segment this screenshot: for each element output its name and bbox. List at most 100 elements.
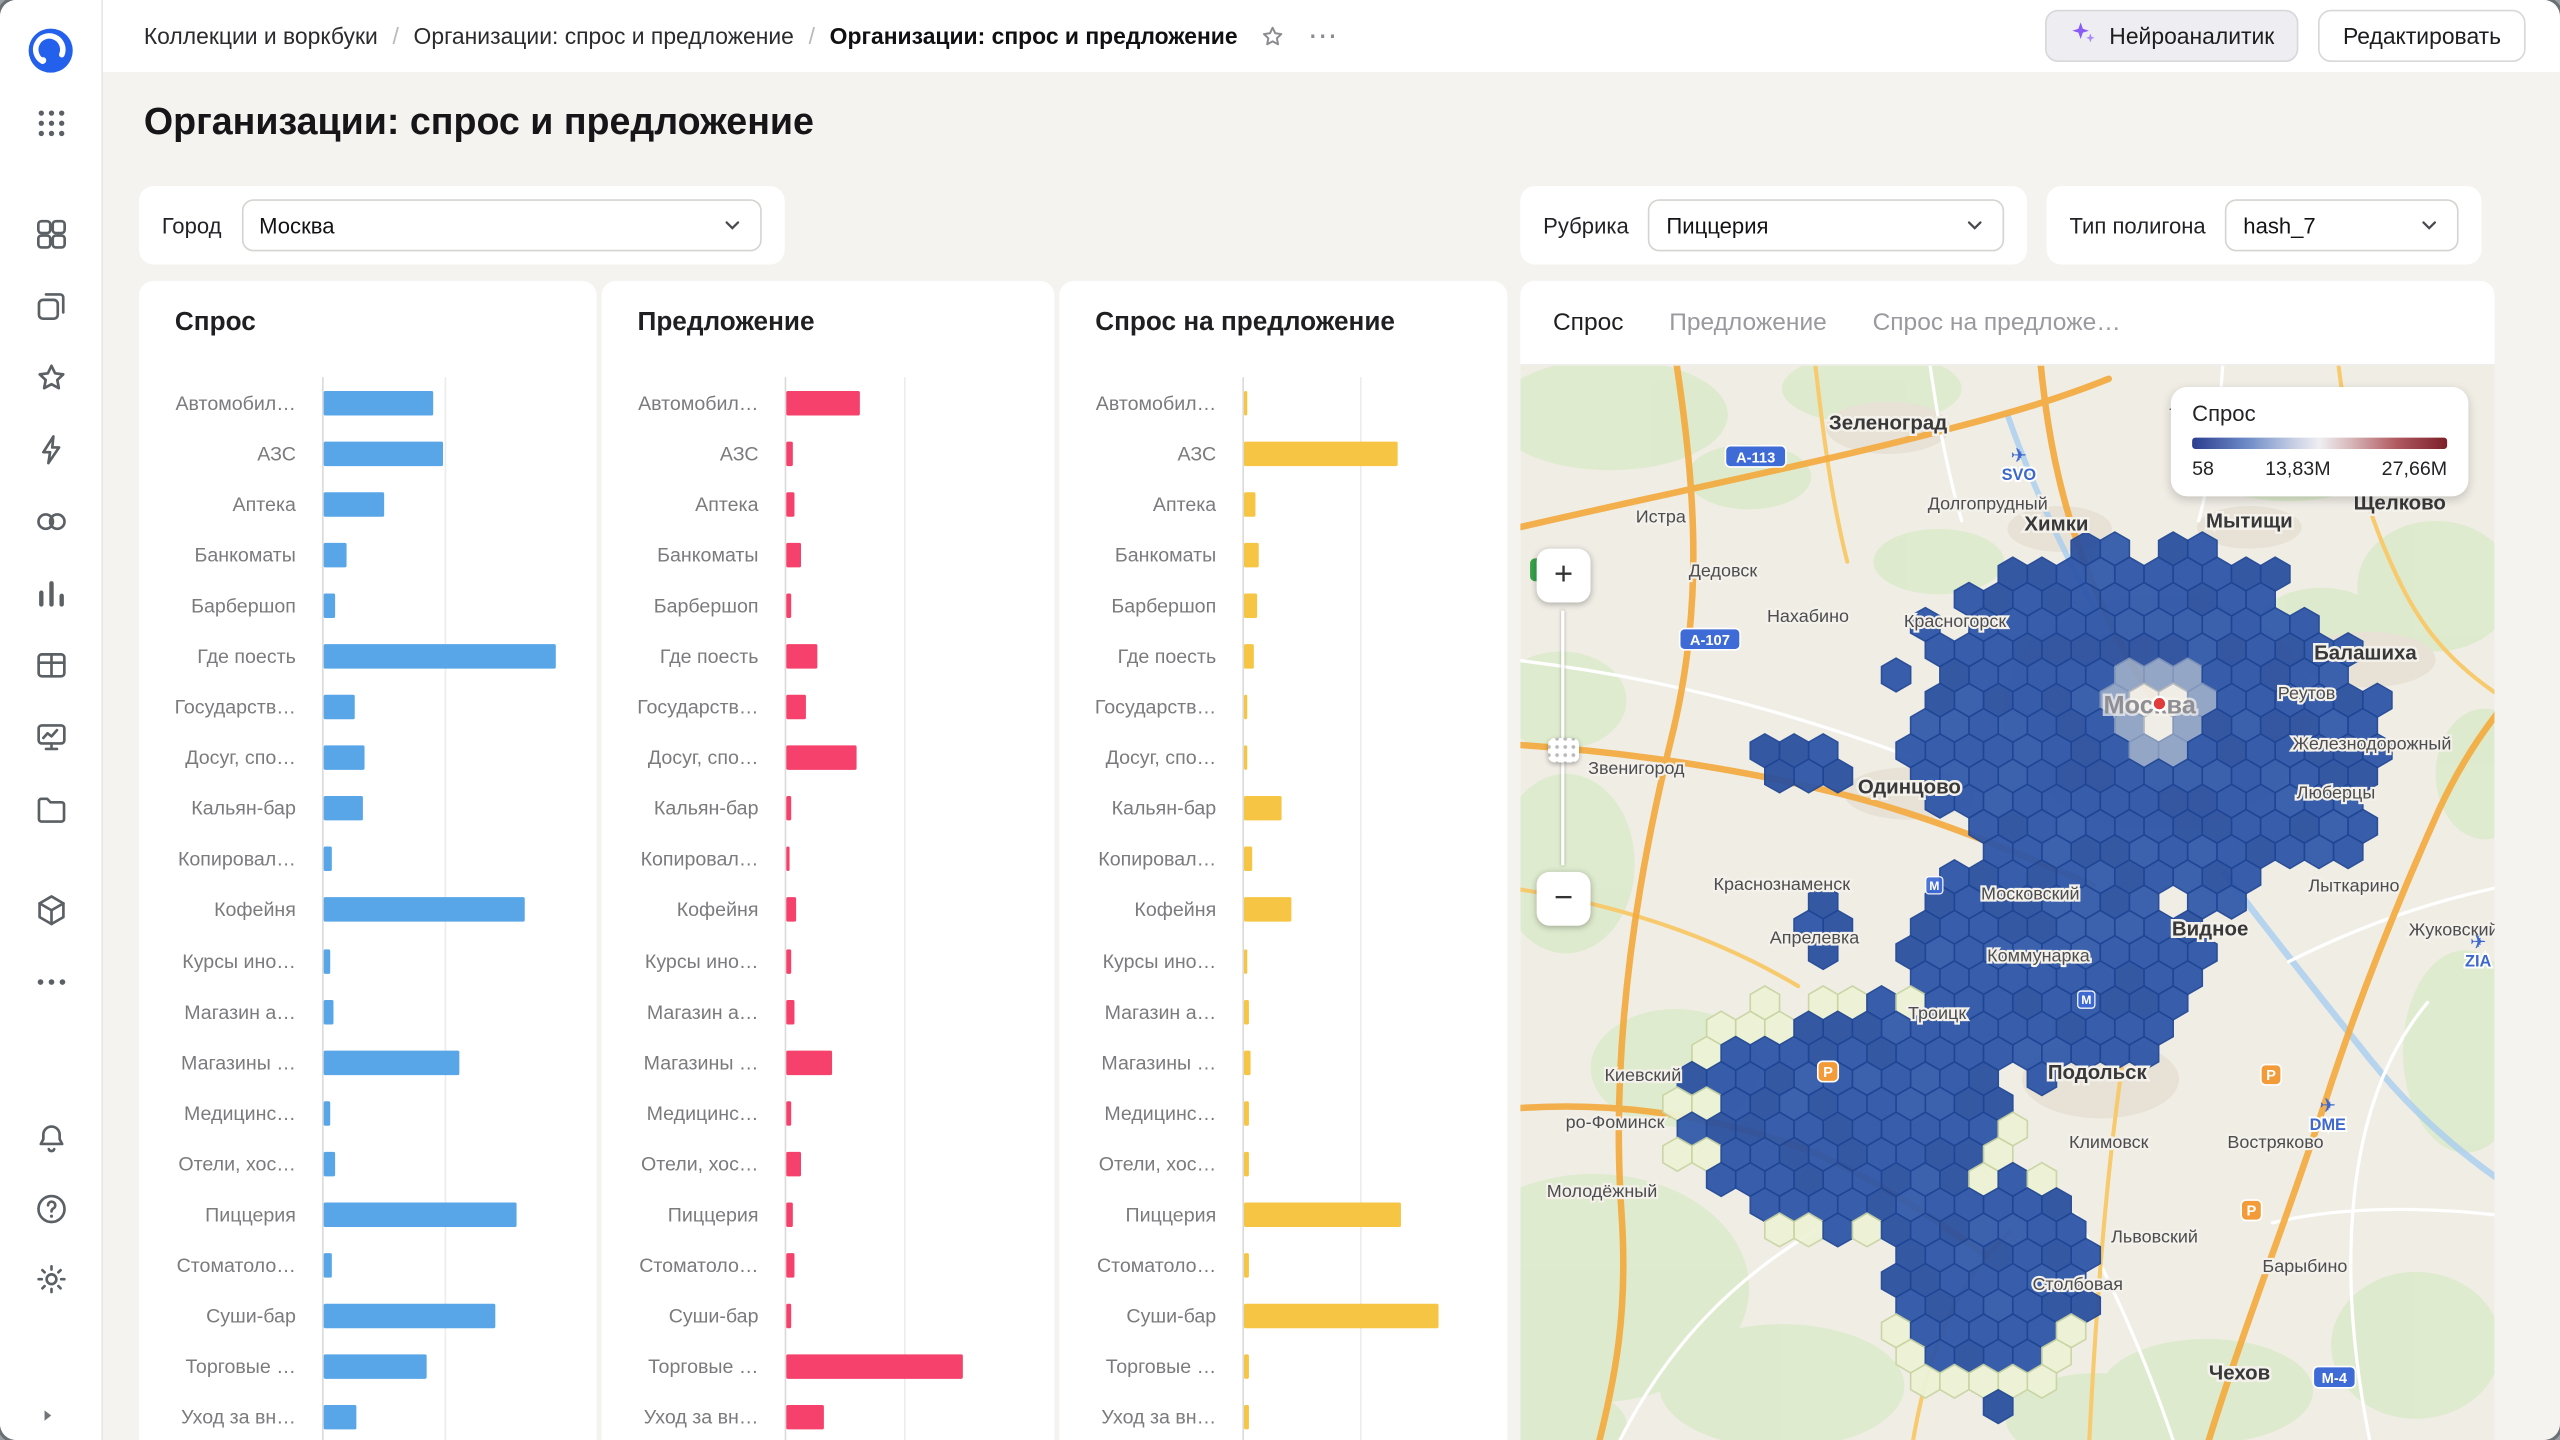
- bar[interactable]: [786, 542, 802, 568]
- bar[interactable]: [1244, 390, 1248, 415]
- cube-icon[interactable]: [26, 885, 75, 934]
- category-label: Где поесть: [659, 644, 759, 668]
- lightning-icon[interactable]: [26, 425, 75, 474]
- bar[interactable]: [323, 897, 525, 923]
- chart-row: Отели, хос…: [162, 1138, 564, 1190]
- widgets-icon[interactable]: [26, 209, 75, 258]
- bar[interactable]: [323, 1405, 357, 1431]
- edit-button[interactable]: Редактировать: [2318, 9, 2526, 63]
- bar[interactable]: [1244, 999, 1249, 1024]
- bar[interactable]: [323, 796, 363, 821]
- bar[interactable]: [1244, 796, 1282, 821]
- bar[interactable]: [323, 491, 385, 517]
- breadcrumb-item-workbook[interactable]: Организации: спрос и предложение: [414, 23, 794, 49]
- polygon-type-select[interactable]: hash_7: [2225, 199, 2459, 252]
- city-select[interactable]: Москва: [241, 199, 762, 252]
- sidebar-collapse-icon[interactable]: [36, 1404, 59, 1435]
- bar[interactable]: [323, 1253, 332, 1278]
- bar[interactable]: [786, 1151, 802, 1177]
- bar[interactable]: [786, 694, 806, 720]
- bar[interactable]: [786, 644, 818, 669]
- map-tab-ratio[interactable]: Спрос на предложе…: [1873, 309, 2121, 337]
- bar[interactable]: [786, 897, 797, 923]
- bar[interactable]: [323, 745, 365, 771]
- bar[interactable]: [786, 999, 795, 1024]
- bar[interactable]: [323, 542, 347, 568]
- bar[interactable]: [323, 999, 334, 1024]
- bar[interactable]: [786, 948, 792, 974]
- bar-track: [322, 377, 564, 429]
- lens-icon[interactable]: [26, 496, 75, 545]
- apps-grid-icon[interactable]: [26, 98, 75, 147]
- bar[interactable]: [786, 1253, 795, 1278]
- breadcrumb-item-collections[interactable]: Коллекции и воркбуки: [144, 23, 378, 49]
- bar[interactable]: [323, 1354, 427, 1380]
- bar[interactable]: [323, 1304, 496, 1329]
- bar[interactable]: [1244, 1050, 1251, 1075]
- bar[interactable]: [1244, 1405, 1249, 1431]
- bar[interactable]: [786, 1202, 793, 1228]
- bar[interactable]: [1244, 644, 1254, 669]
- bar[interactable]: [786, 441, 793, 466]
- help-icon[interactable]: [26, 1184, 75, 1233]
- folder-icon[interactable]: [26, 784, 75, 833]
- favorites-star-icon[interactable]: [26, 353, 75, 402]
- bar[interactable]: [786, 796, 792, 821]
- bar[interactable]: [1244, 897, 1292, 923]
- bar[interactable]: [1244, 1202, 1401, 1228]
- bar[interactable]: [323, 1050, 460, 1075]
- bar[interactable]: [1244, 847, 1253, 872]
- zoom-in-button[interactable]: +: [1536, 548, 1591, 603]
- bar-track: [784, 1037, 1022, 1089]
- bar[interactable]: [786, 1304, 792, 1329]
- settings-gear-icon[interactable]: [26, 1254, 75, 1303]
- bar[interactable]: [786, 593, 792, 618]
- zoom-out-button[interactable]: −: [1536, 871, 1591, 926]
- bar[interactable]: [786, 390, 860, 415]
- bar[interactable]: [1244, 948, 1248, 974]
- bar[interactable]: [1244, 1253, 1249, 1278]
- bar[interactable]: [323, 1202, 517, 1228]
- datalens-logo[interactable]: [26, 26, 75, 75]
- bar[interactable]: [323, 1151, 336, 1177]
- bar[interactable]: [323, 694, 355, 720]
- bell-icon[interactable]: [26, 1114, 75, 1163]
- bar[interactable]: [786, 745, 857, 771]
- bar[interactable]: [1244, 745, 1248, 771]
- map-tab-supply[interactable]: Предложение: [1669, 309, 1827, 337]
- bar[interactable]: [786, 491, 795, 517]
- bar[interactable]: [1244, 542, 1259, 568]
- map-canvas[interactable]: ЛобняЗеленоградЩелковоМытищиДолгопрудный…: [1520, 365, 2495, 1440]
- more-icon[interactable]: [26, 957, 75, 1006]
- bar[interactable]: [1244, 441, 1398, 466]
- bar[interactable]: [323, 847, 332, 872]
- bar-chart-icon[interactable]: [26, 568, 75, 617]
- map-tab-demand[interactable]: Спрос: [1553, 309, 1624, 337]
- bar[interactable]: [1244, 593, 1258, 618]
- bar[interactable]: [786, 1405, 824, 1431]
- bar[interactable]: [323, 593, 336, 618]
- bar[interactable]: [1244, 1101, 1249, 1126]
- zoom-slider-handle[interactable]: [1548, 737, 1580, 763]
- rubric-select[interactable]: Пиццерия: [1648, 199, 2005, 252]
- bar[interactable]: [323, 644, 556, 669]
- favorite-star-icon[interactable]: [1259, 22, 1287, 50]
- monitor-icon[interactable]: [26, 712, 75, 761]
- bar[interactable]: [786, 847, 790, 872]
- bar[interactable]: [323, 948, 331, 974]
- bar[interactable]: [1244, 1304, 1439, 1329]
- bar[interactable]: [323, 1101, 331, 1126]
- collections-icon[interactable]: [26, 281, 75, 330]
- bar[interactable]: [323, 441, 444, 466]
- more-options-icon[interactable]: ⋯: [1308, 21, 1339, 50]
- bar[interactable]: [1244, 1151, 1249, 1177]
- bar[interactable]: [1244, 694, 1248, 720]
- bar[interactable]: [323, 390, 434, 415]
- bar[interactable]: [786, 1354, 963, 1380]
- bar[interactable]: [786, 1101, 792, 1126]
- neuroanalyst-button[interactable]: Нейроаналитик: [2045, 9, 2299, 63]
- bar[interactable]: [1244, 491, 1256, 517]
- bar[interactable]: [1244, 1354, 1249, 1380]
- table-icon[interactable]: [26, 640, 75, 689]
- bar[interactable]: [786, 1050, 833, 1075]
